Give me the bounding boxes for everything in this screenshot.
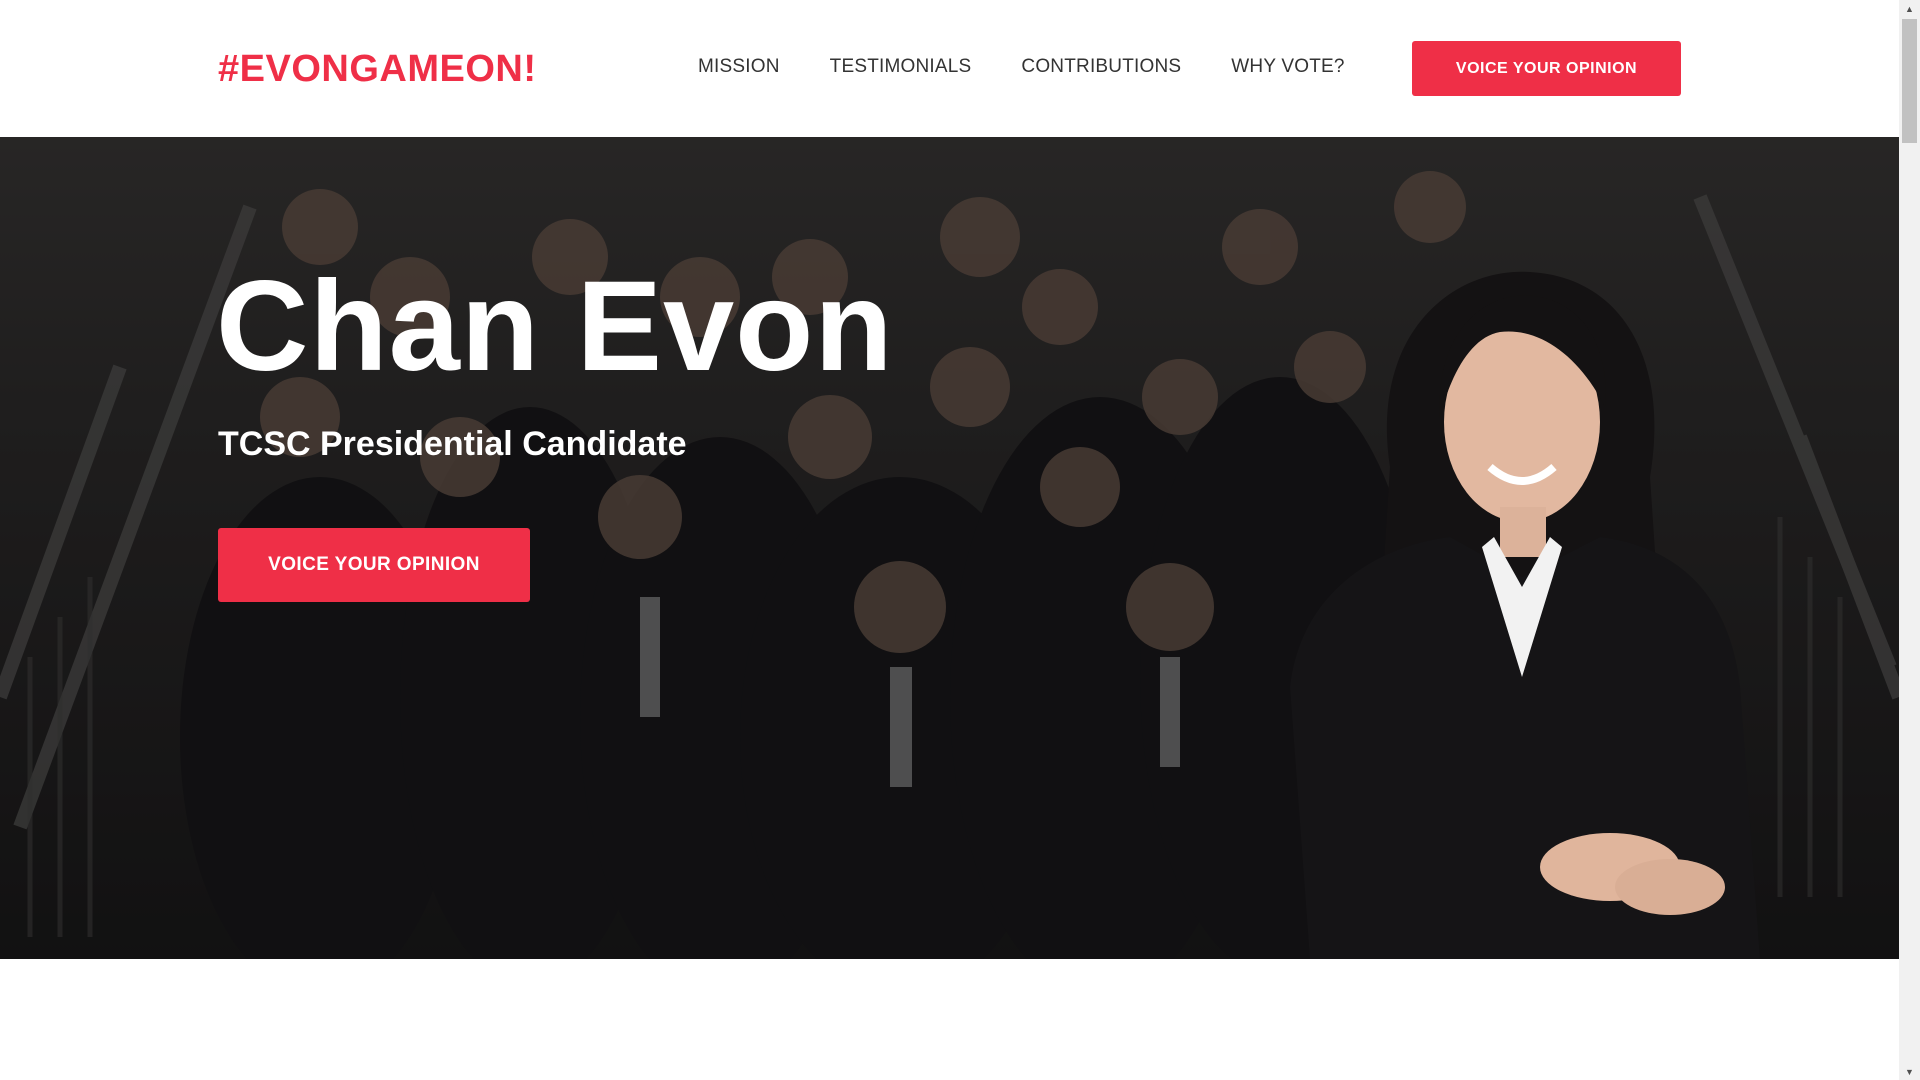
hero-title: Chan Evon — [216, 255, 894, 398]
main-nav: MISSION TESTIMONIALS CONTRIBUTIONS WHY V… — [698, 56, 1395, 78]
scrollbar-thumb[interactable] — [1902, 19, 1917, 143]
site-header: #EVONGAMEON! MISSION TESTIMONIALS CONTRI… — [0, 0, 1899, 137]
candidate-photo — [1290, 271, 1760, 959]
hero-section: Chan Evon TCSC Presidential Candidate VO… — [0, 137, 1899, 959]
scroll-up-arrow-icon[interactable]: ▲ — [1899, 0, 1920, 17]
page: #EVONGAMEON! MISSION TESTIMONIALS CONTRI… — [0, 0, 1920, 1080]
nav-item-testimonials[interactable]: TESTIMONIALS — [830, 56, 972, 78]
header-voice-opinion-button[interactable]: VOICE YOUR OPINION — [1412, 41, 1681, 96]
site-logo[interactable]: #EVONGAMEON! — [218, 48, 536, 91]
hero-subtitle: TCSC Presidential Candidate — [218, 425, 687, 463]
nav-item-mission[interactable]: MISSION — [698, 56, 780, 78]
nav-item-why-vote[interactable]: WHY VOTE? — [1231, 56, 1344, 78]
hero-voice-opinion-button[interactable]: VOICE YOUR OPINION — [218, 528, 530, 602]
nav-item-contributions[interactable]: CONTRIBUTIONS — [1021, 56, 1181, 78]
page-scrollbar[interactable]: ▲ ▼ — [1899, 0, 1920, 1080]
scroll-down-arrow-icon[interactable]: ▼ — [1899, 1063, 1920, 1080]
